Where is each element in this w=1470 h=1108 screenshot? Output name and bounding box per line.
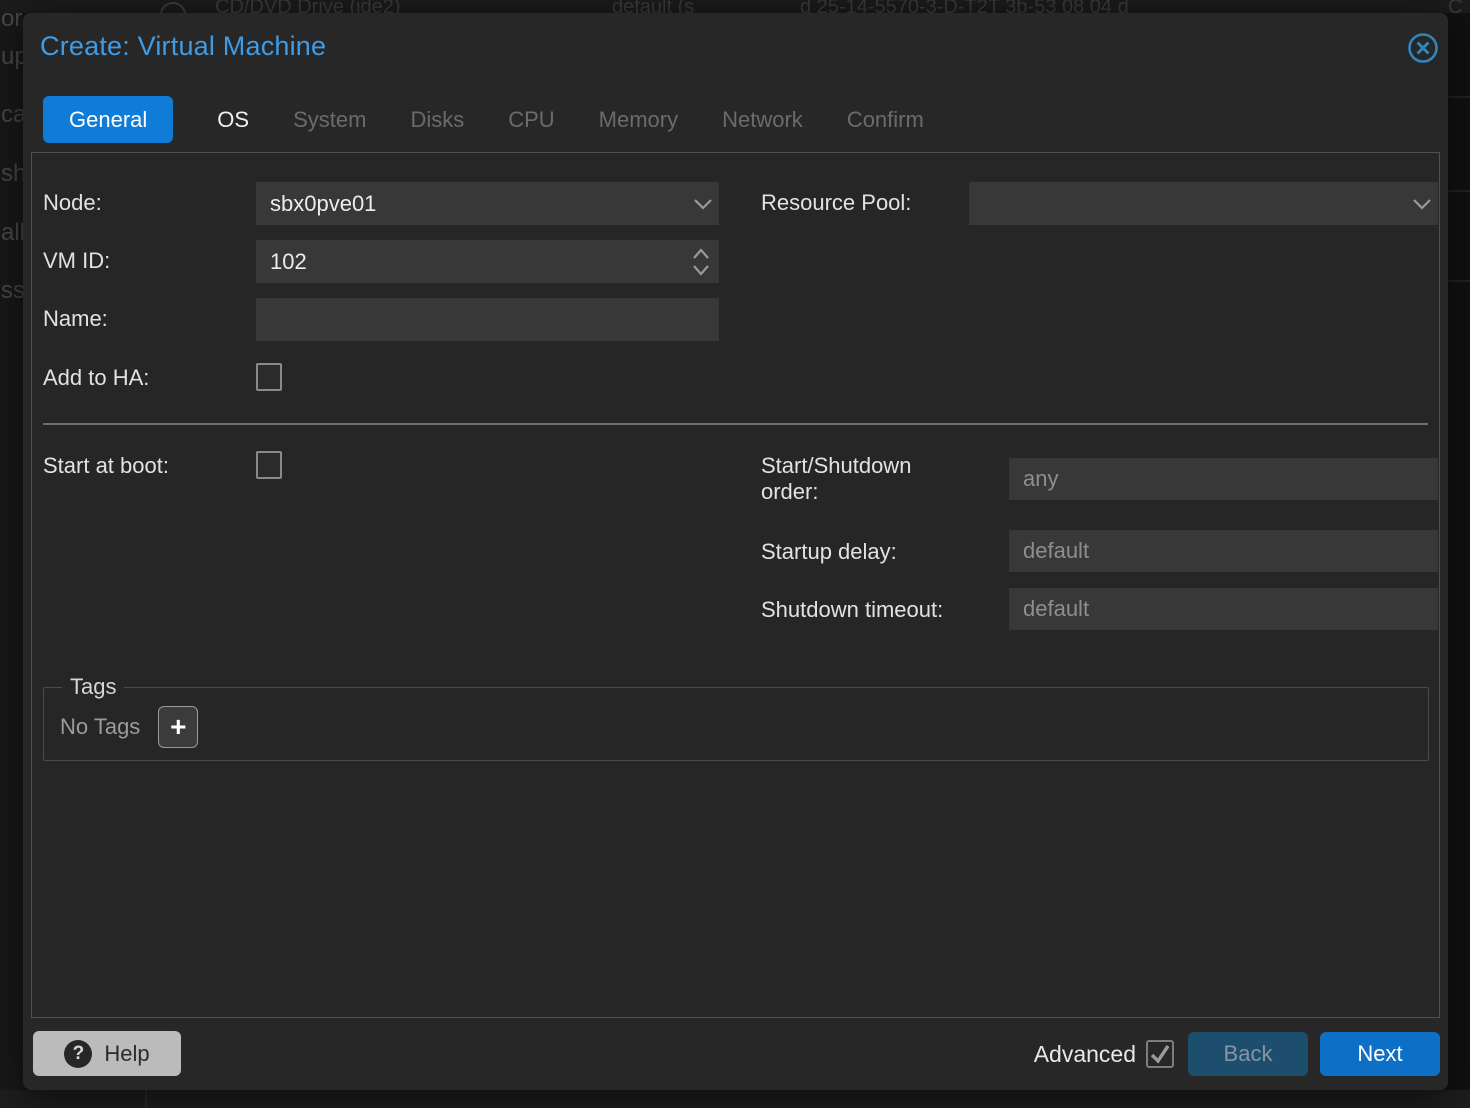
help-button-label: Help bbox=[104, 1041, 149, 1067]
dialog-title: Create: Virtual Machine bbox=[40, 31, 326, 62]
tab-memory: Memory bbox=[599, 107, 678, 133]
tab-disks: Disks bbox=[410, 107, 464, 133]
section-divider bbox=[43, 423, 1428, 425]
background-right-strip bbox=[1448, 13, 1470, 1090]
help-button[interactable]: ? Help bbox=[33, 1031, 181, 1076]
background-text-fragment: C bbox=[1448, 0, 1462, 13]
name-input[interactable] bbox=[256, 298, 719, 341]
background-text-fragment: d 25-14-5570-3-D-T2T 3b-53 08 04 d bbox=[800, 0, 1129, 13]
add-to-ha-checkbox[interactable] bbox=[256, 363, 282, 391]
background-text-fragment: default (s bbox=[612, 0, 694, 13]
start-shutdown-order-input[interactable] bbox=[1009, 458, 1438, 500]
footer-actions: Advanced Back Next bbox=[1034, 1032, 1440, 1076]
add-tag-button[interactable]: + bbox=[158, 706, 198, 748]
next-button[interactable]: Next bbox=[1320, 1032, 1440, 1076]
tab-general[interactable]: General bbox=[43, 96, 173, 143]
tab-confirm: Confirm bbox=[847, 107, 924, 133]
background-radio-icon bbox=[160, 2, 186, 13]
background-text-fragment: sh bbox=[1, 160, 23, 188]
vm-id-input[interactable] bbox=[256, 240, 719, 283]
no-tags-text: No Tags bbox=[60, 714, 140, 740]
startup-delay-label: Startup delay: bbox=[761, 539, 897, 565]
checkmark-icon bbox=[1146, 1040, 1174, 1068]
tags-fieldset: Tags No Tags + bbox=[43, 674, 1429, 761]
start-at-boot-checkbox[interactable] bbox=[256, 451, 282, 479]
background-text-fragment: ss bbox=[1, 277, 23, 305]
create-vm-dialog: Create: Virtual Machine General OS Syste… bbox=[23, 13, 1448, 1090]
add-to-ha-label: Add to HA: bbox=[43, 365, 149, 391]
tags-legend: Tags bbox=[62, 674, 124, 700]
startup-delay-input[interactable] bbox=[1009, 530, 1438, 572]
advanced-label: Advanced bbox=[1034, 1041, 1136, 1068]
question-mark-icon: ? bbox=[64, 1040, 92, 1068]
background-text-fragment: up bbox=[1, 43, 23, 71]
wizard-tabs: General OS System Disks CPU Memory Netwo… bbox=[43, 96, 924, 143]
node-label: Node: bbox=[43, 190, 102, 216]
start-at-boot-label: Start at boot: bbox=[43, 453, 169, 479]
background-left-strip: or up ca sh all ss bbox=[0, 13, 23, 1090]
start-shutdown-order-label: Start/Shutdown order: bbox=[761, 453, 971, 505]
general-form-panel: Node: Resource Pool: VM ID: Name: Add to… bbox=[31, 152, 1440, 1018]
background-text-fragment: ca bbox=[1, 101, 23, 129]
background-bottom-strip bbox=[0, 1090, 1470, 1108]
background-text-fragment: or bbox=[1, 13, 22, 33]
resource-pool-label: Resource Pool: bbox=[761, 190, 911, 216]
tab-os[interactable]: OS bbox=[217, 107, 249, 133]
resource-pool-select[interactable] bbox=[969, 182, 1438, 225]
shutdown-timeout-label: Shutdown timeout: bbox=[761, 597, 943, 623]
background-top-strip: CD/DVD Drive (ide2) default (s d 25-14-5… bbox=[0, 0, 1470, 13]
vm-id-label: VM ID: bbox=[43, 248, 110, 274]
tab-system: System bbox=[293, 107, 366, 133]
tab-cpu: CPU bbox=[508, 107, 554, 133]
shutdown-timeout-input[interactable] bbox=[1009, 588, 1438, 630]
plus-icon: + bbox=[170, 713, 186, 741]
background-text-fragment: CD/DVD Drive (ide2) bbox=[215, 0, 401, 13]
back-button[interactable]: Back bbox=[1188, 1032, 1308, 1076]
background-text-fragment: all bbox=[1, 219, 23, 247]
advanced-checkbox[interactable] bbox=[1146, 1040, 1174, 1068]
close-icon[interactable] bbox=[1407, 32, 1439, 64]
name-label: Name: bbox=[43, 306, 108, 332]
node-select[interactable] bbox=[256, 182, 719, 225]
tab-network: Network bbox=[722, 107, 803, 133]
